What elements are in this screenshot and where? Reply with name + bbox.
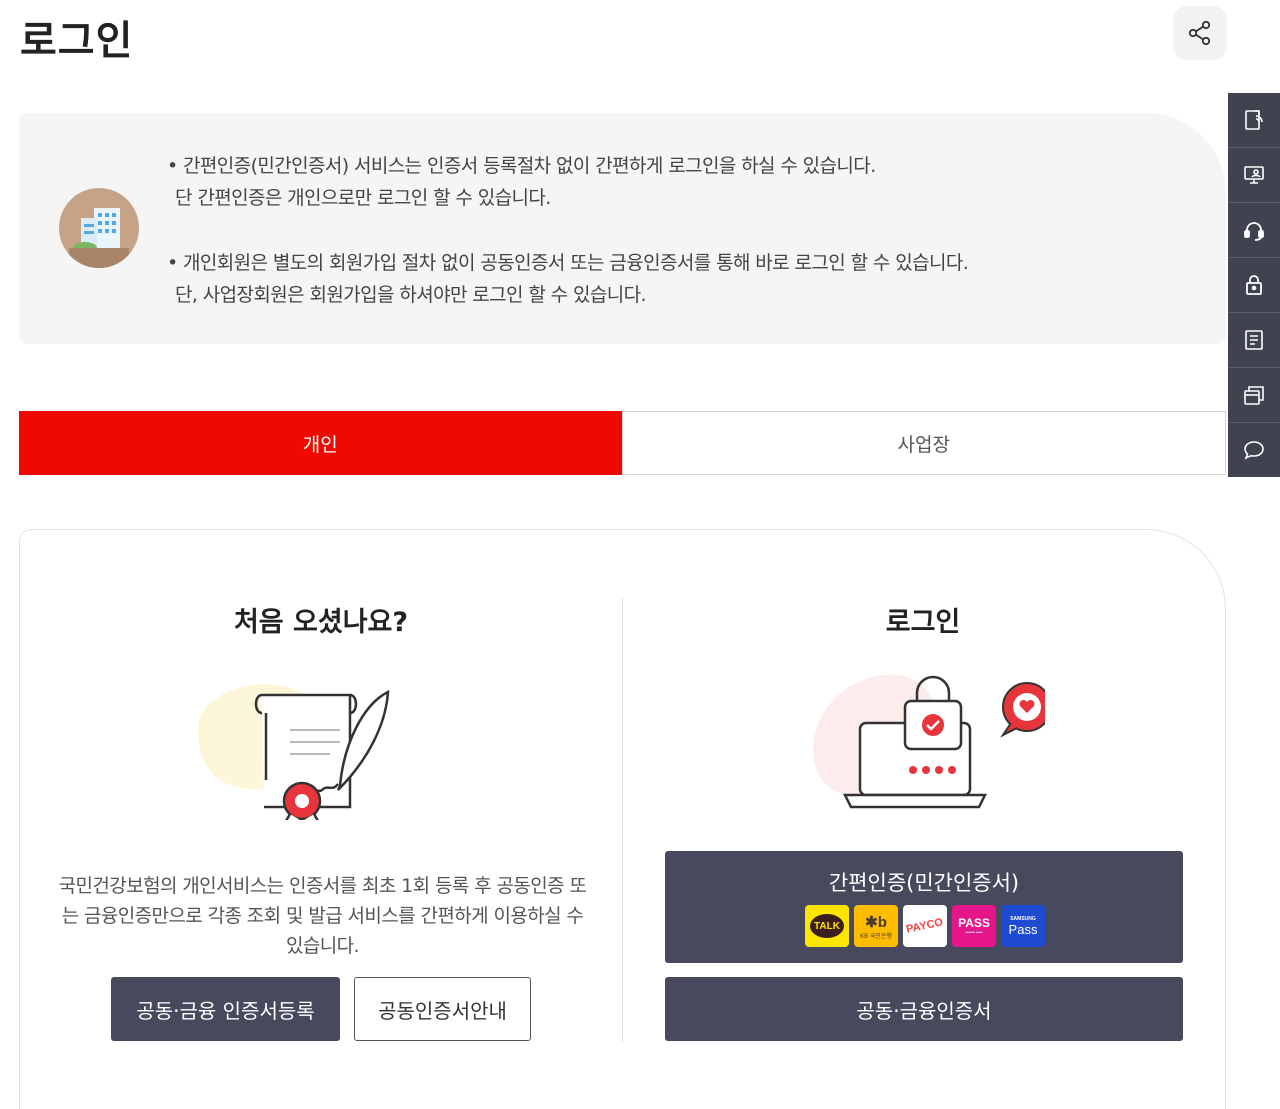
- notice-line: • 개인회원은 별도의 회원가입 절차 없이 공동인증서 또는 금융인증서를 통…: [167, 252, 969, 274]
- auth-provider-list: TALK ✱b KB 국민은행 PAYCO PASS ━━━ ━━ SAMSUN…: [805, 905, 1045, 947]
- tab-business[interactable]: 사업장: [621, 411, 1226, 475]
- payco-icon: PAYCO: [903, 905, 947, 947]
- kb-icon: ✱b KB 국민은행: [854, 905, 898, 947]
- first-visit-title: 처음 오셨나요?: [233, 607, 409, 638]
- certificate-guide-button[interactable]: 공동인증서안내: [354, 977, 531, 1041]
- column-divider: [622, 598, 623, 1042]
- notice-line: 단 간편인증은 개인으로만 로그인 할 수 있습니다.: [175, 187, 551, 209]
- headset-icon[interactable]: [1228, 203, 1280, 258]
- tab-personal[interactable]: 개인: [19, 411, 622, 475]
- monitor-person-icon[interactable]: [1228, 148, 1280, 203]
- lock-icon[interactable]: [1228, 258, 1280, 313]
- windows-icon[interactable]: [1228, 368, 1280, 423]
- member-type-tabs: 개인 사업장: [19, 411, 1226, 475]
- samsung-pass-icon: SAMSUNG Pass: [1001, 905, 1045, 947]
- notepad-icon[interactable]: [1228, 313, 1280, 368]
- chat-bubble-icon[interactable]: [1228, 423, 1280, 477]
- quick-menu: [1228, 93, 1280, 477]
- notice-box: • 간편인증(민간인증서) 서비스는 인증서 등록절차 없이 간편하게 로그인을…: [19, 113, 1226, 344]
- document-icon[interactable]: [1228, 93, 1280, 148]
- laptop-lock-illustration: [813, 674, 1045, 809]
- share-icon: [1188, 20, 1211, 46]
- first-visit-description: 국민건강보험의 개인서비스는 인증서를 최초 1회 등록 후 공동인증 또는 금…: [58, 875, 587, 957]
- login-panel: 처음 오셨나요? 국민건강보험의 개인서비스는 인증서를 최초 1회 등록 후 …: [19, 529, 1226, 1109]
- kakao-icon: TALK: [805, 905, 849, 947]
- page-title: 로그인: [20, 18, 134, 64]
- notice-line: • 간편인증(민간인증서) 서비스는 인증서 등록절차 없이 간편하게 로그인을…: [167, 155, 876, 177]
- notice-line: 단, 사업장회원은 회원가입을 하셔야만 로그인 할 수 있습니다.: [175, 284, 647, 306]
- register-certificate-button[interactable]: 공동·금융 인증서등록: [111, 977, 340, 1041]
- login-title: 로그인: [885, 607, 961, 638]
- easy-auth-label: 간편인증(민간인증서): [828, 871, 1020, 895]
- joint-financial-cert-button[interactable]: 공동·금융인증서: [665, 977, 1183, 1041]
- easy-auth-button[interactable]: 간편인증(민간인증서) TALK ✱b KB 국민은행 PAYCO PASS ━…: [665, 851, 1183, 963]
- share-button[interactable]: [1173, 6, 1227, 60]
- certificate-illustration: [198, 684, 390, 820]
- pass-icon: PASS ━━━ ━━: [952, 905, 996, 947]
- building-icon: [59, 188, 139, 268]
